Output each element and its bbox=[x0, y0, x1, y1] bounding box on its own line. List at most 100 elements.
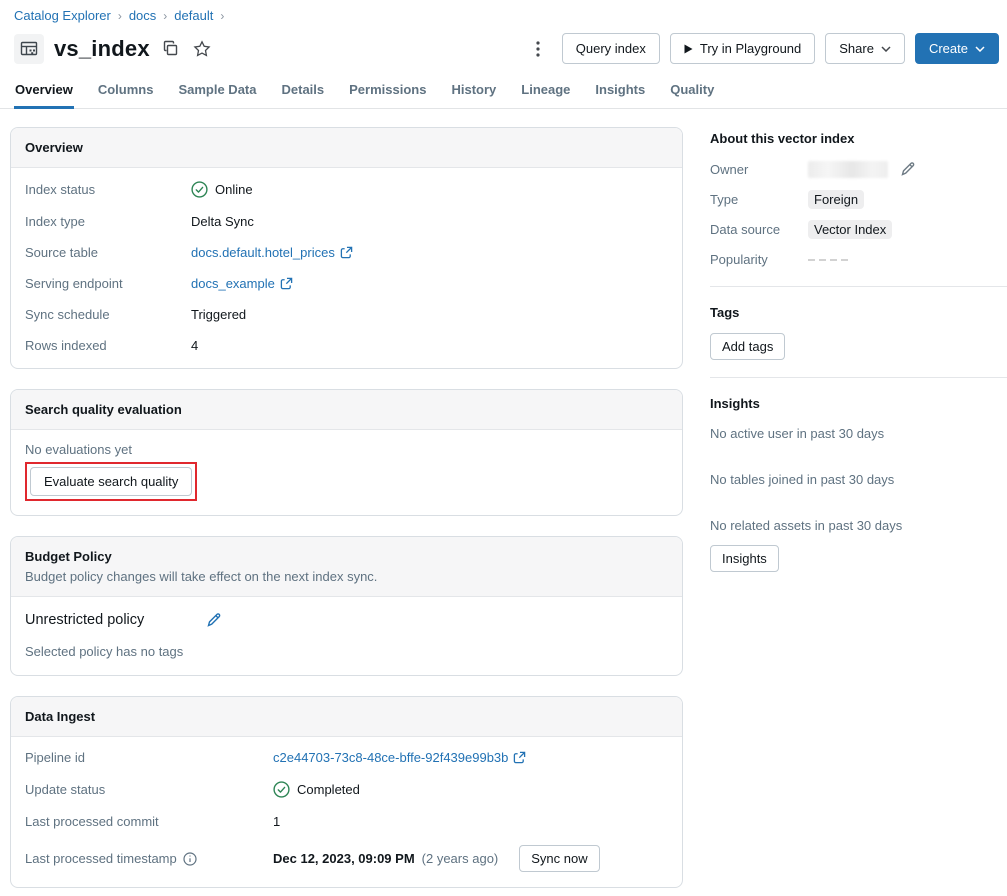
kebab-menu-button[interactable] bbox=[528, 37, 548, 61]
pipeline-id-link[interactable]: c2e44703-73c8-48ce-bffe-92f439e99b3b bbox=[273, 750, 526, 765]
edit-policy-button[interactable] bbox=[204, 610, 224, 630]
pencil-icon bbox=[207, 613, 221, 627]
tab-lineage[interactable]: Lineage bbox=[520, 77, 571, 109]
type-label: Type bbox=[710, 192, 739, 207]
sidebar-divider bbox=[710, 286, 1007, 287]
evaluate-search-quality-button[interactable]: Evaluate search quality bbox=[30, 467, 193, 496]
data-ingest-title: Data Ingest bbox=[25, 709, 96, 724]
policy-name: Unrestricted policy bbox=[25, 612, 145, 628]
chevron-down-icon bbox=[881, 45, 891, 52]
index-status-row: Index status Online bbox=[11, 173, 682, 206]
data-source-badge: Vector Index bbox=[808, 220, 893, 239]
budget-policy-subtitle: Budget policy changes will take effect o… bbox=[25, 569, 378, 584]
no-evaluations-text: No evaluations yet bbox=[25, 442, 132, 457]
pipeline-id-value: c2e44703-73c8-48ce-bffe-92f439e99b3b bbox=[273, 750, 509, 765]
data-source-label: Data source bbox=[710, 222, 781, 237]
tab-details[interactable]: Details bbox=[281, 77, 326, 109]
breadcrumb-catalog-explorer[interactable]: Catalog Explorer bbox=[14, 8, 111, 23]
type-badge: Foreign bbox=[808, 190, 865, 209]
index-type-row: Index type Delta Sync bbox=[11, 206, 682, 237]
source-table-row: Source table docs.default.hotel_prices bbox=[11, 237, 682, 268]
breadcrumb-separator-icon: › bbox=[117, 8, 122, 23]
rows-indexed-value: 4 bbox=[191, 338, 199, 353]
breadcrumb-docs[interactable]: docs bbox=[129, 8, 156, 23]
update-status-row: Update status Completed bbox=[11, 773, 682, 806]
create-label: Create bbox=[928, 41, 968, 56]
tab-quality[interactable]: Quality bbox=[669, 77, 715, 109]
type-row: Type Foreign bbox=[710, 190, 1007, 209]
policy-no-tags-text: Selected policy has no tags bbox=[25, 644, 184, 659]
external-link-icon bbox=[514, 751, 526, 764]
serving-endpoint-link[interactable]: docs_example bbox=[191, 276, 293, 291]
data-ingest-panel: Data Ingest Pipeline id c2e44703-73c8-48… bbox=[10, 696, 683, 888]
evaluate-search-quality-label: Evaluate search quality bbox=[44, 474, 179, 489]
index-type-label: Index type bbox=[25, 214, 85, 229]
index-status-label: Index status bbox=[25, 182, 96, 197]
create-button[interactable]: Create bbox=[914, 33, 999, 64]
breadcrumb-default[interactable]: default bbox=[174, 8, 213, 23]
header-actions: Query index Try in Playground Share Crea… bbox=[528, 33, 999, 64]
index-type-value: Delta Sync bbox=[191, 214, 254, 229]
popularity-empty-meter bbox=[808, 258, 848, 261]
last-timestamp-value: Dec 12, 2023, 09:09 PM bbox=[273, 851, 415, 866]
popularity-label: Popularity bbox=[710, 252, 768, 267]
insights-button-label: Insights bbox=[722, 551, 767, 566]
owner-value-redacted bbox=[808, 160, 888, 178]
main-column: Overview Index status Online Index type … bbox=[10, 127, 683, 888]
index-status-value: Online bbox=[215, 182, 253, 197]
external-link-icon bbox=[340, 246, 353, 259]
sync-schedule-label: Sync schedule bbox=[25, 307, 110, 322]
rows-indexed-row: Rows indexed 4 bbox=[11, 330, 682, 361]
query-index-button[interactable]: Query index bbox=[561, 33, 660, 64]
about-title: About this vector index bbox=[710, 131, 855, 146]
search-quality-panel: Search quality evaluation No evaluations… bbox=[10, 389, 683, 516]
vector-index-icon bbox=[14, 33, 44, 64]
source-table-value: docs.default.hotel_prices bbox=[191, 245, 335, 260]
try-in-playground-button[interactable]: Try in Playground bbox=[669, 33, 816, 64]
popularity-row: Popularity bbox=[710, 250, 1007, 269]
search-quality-title: Search quality evaluation bbox=[25, 402, 182, 417]
edit-owner-button[interactable] bbox=[898, 159, 918, 179]
rows-indexed-label: Rows indexed bbox=[25, 338, 107, 353]
favorite-star-button[interactable] bbox=[191, 38, 213, 60]
page-header: Catalog Explorer › docs › default › vs_i… bbox=[0, 0, 1007, 64]
last-commit-row: Last processed commit 1 bbox=[11, 806, 682, 837]
external-link-icon bbox=[280, 277, 293, 290]
share-button[interactable]: Share bbox=[825, 33, 905, 64]
title-row: vs_index Query index Try in Playground S… bbox=[14, 33, 999, 64]
source-table-link[interactable]: docs.default.hotel_prices bbox=[191, 245, 353, 260]
tab-bar: Overview Columns Sample Data Details Per… bbox=[0, 77, 1007, 109]
page-title: vs_index bbox=[54, 35, 150, 61]
last-timestamp-label: Last processed timestamp bbox=[25, 851, 177, 866]
budget-policy-header: Budget Policy Budget policy changes will… bbox=[11, 537, 682, 597]
add-tags-label: Add tags bbox=[722, 339, 774, 354]
pipeline-id-label: Pipeline id bbox=[25, 750, 85, 765]
tab-overview[interactable]: Overview bbox=[14, 77, 74, 109]
add-tags-button[interactable]: Add tags bbox=[710, 333, 786, 360]
tab-permissions[interactable]: Permissions bbox=[348, 77, 427, 109]
query-index-label: Query index bbox=[575, 41, 646, 56]
serving-endpoint-label: Serving endpoint bbox=[25, 276, 123, 291]
breadcrumb: Catalog Explorer › docs › default › bbox=[14, 6, 999, 23]
try-in-playground-label: Try in Playground bbox=[699, 41, 802, 56]
sync-now-button[interactable]: Sync now bbox=[519, 845, 600, 872]
tab-columns[interactable]: Columns bbox=[97, 77, 155, 109]
serving-endpoint-value: docs_example bbox=[191, 276, 275, 291]
tab-history[interactable]: History bbox=[450, 77, 497, 109]
tab-insights[interactable]: Insights bbox=[594, 77, 646, 109]
update-status-label: Update status bbox=[25, 782, 106, 797]
insights-button[interactable]: Insights bbox=[710, 545, 779, 572]
insights-title: Insights bbox=[710, 396, 760, 411]
copy-name-button[interactable] bbox=[160, 38, 181, 59]
play-icon bbox=[684, 44, 693, 53]
overview-panel-header: Overview bbox=[11, 128, 682, 168]
breadcrumb-separator-icon: › bbox=[163, 8, 168, 23]
insight-related-assets: No related assets in past 30 days bbox=[710, 518, 903, 533]
update-status-value: Completed bbox=[297, 782, 360, 797]
search-quality-header: Search quality evaluation bbox=[11, 390, 682, 430]
share-label: Share bbox=[839, 41, 874, 56]
annotation-highlight: Evaluate search quality bbox=[25, 462, 198, 501]
breadcrumb-separator-icon: › bbox=[220, 8, 225, 23]
source-table-label: Source table bbox=[25, 245, 98, 260]
tab-sample-data[interactable]: Sample Data bbox=[177, 77, 257, 109]
